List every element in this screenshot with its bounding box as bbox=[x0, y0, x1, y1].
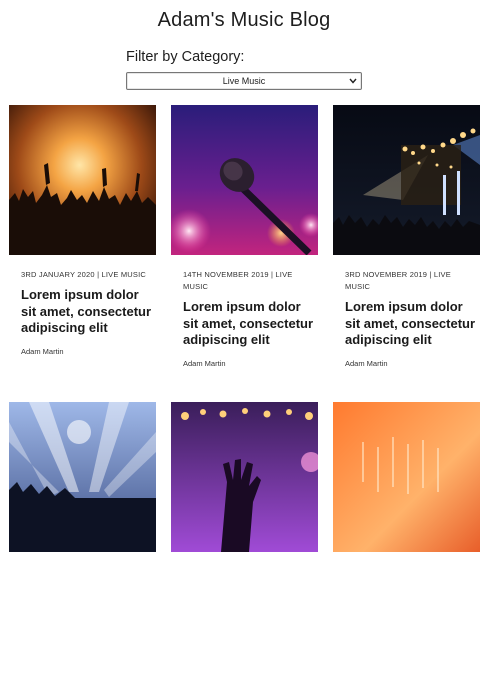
post-author: Adam Martin bbox=[21, 346, 64, 356]
post-headline[interactable]: Lorem ipsum dolor sit amet, consectetur … bbox=[21, 287, 153, 337]
post-image-stage-lights[interactable] bbox=[333, 105, 480, 255]
post-card[interactable] bbox=[333, 402, 480, 684]
post-meta: 3rd January 2020 | Live Music bbox=[21, 270, 147, 279]
post-image-orange-stage[interactable] bbox=[333, 402, 480, 552]
post-image-blue-lights[interactable] bbox=[9, 402, 156, 552]
post-meta: 14th November 2019 | Live Music bbox=[183, 270, 293, 291]
post-image-crowd-orange[interactable] bbox=[9, 105, 156, 255]
post-author: Adam Martin bbox=[345, 358, 388, 368]
post-card[interactable]: 3rd November 2019 | Live Music Lorem ips… bbox=[333, 105, 480, 387]
post-card[interactable] bbox=[171, 402, 318, 684]
post-author: Adam Martin bbox=[183, 358, 226, 368]
post-headline[interactable]: Lorem ipsum dolor sit amet, consectetur … bbox=[183, 299, 315, 349]
post-meta: 3rd November 2019 | Live Music bbox=[345, 270, 451, 291]
post-headline[interactable]: Lorem ipsum dolor sit amet, consectetur … bbox=[345, 299, 477, 349]
category-select-value: Live Music bbox=[222, 76, 266, 86]
post-image-hands-purple[interactable] bbox=[171, 402, 318, 552]
post-card[interactable]: 3rd January 2020 | Live Music Lorem ipsu… bbox=[9, 105, 156, 387]
post-card[interactable]: 14th November 2019 | Live Music Lorem ip… bbox=[171, 105, 318, 387]
post-card[interactable] bbox=[9, 402, 156, 684]
page-title: Adam's Music Blog bbox=[157, 9, 331, 31]
post-grid: 3rd January 2020 | Live Music Lorem ipsu… bbox=[9, 105, 487, 684]
category-select[interactable]: Live Music bbox=[126, 72, 362, 90]
post-image-microphone[interactable] bbox=[171, 105, 318, 255]
chevron-down-icon bbox=[349, 78, 357, 84]
filter-label: Filter by Category: bbox=[126, 49, 245, 65]
